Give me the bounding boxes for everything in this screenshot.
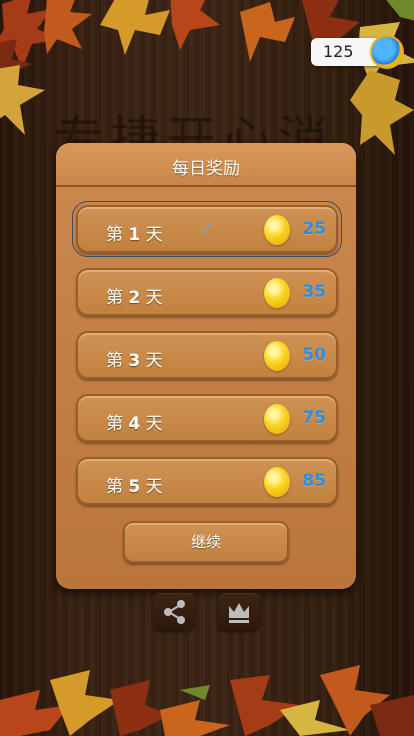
- reward-amount: 35: [302, 282, 326, 302]
- day-label: 第 2 天: [106, 288, 163, 308]
- daily-reward-dialog: 每日奖励 第 1 天 ✓ 25 第 2 天 35 第 3 天 50 第 4 天 …: [56, 143, 356, 589]
- gold-coin-icon: [264, 278, 290, 308]
- day-label: 第 4 天: [106, 414, 163, 434]
- continue-button[interactable]: 继续: [123, 521, 289, 563]
- reward-row-day-2[interactable]: 第 2 天 35: [76, 268, 338, 316]
- autumn-leaf-right: [350, 70, 414, 155]
- leaderboard-button[interactable]: [218, 593, 260, 631]
- coin-icon: [370, 35, 404, 69]
- dialog-header: 每日奖励: [56, 143, 356, 187]
- day-label: 第 5 天: [106, 477, 163, 497]
- reward-amount: 25: [302, 219, 326, 239]
- gold-coin-icon: [264, 341, 290, 371]
- day-label: 第 3 天: [106, 351, 163, 371]
- crown-icon: [229, 603, 249, 623]
- reward-row-day-1[interactable]: 第 1 天 ✓ 25: [72, 201, 342, 257]
- autumn-leaves-bottom: [0, 665, 414, 736]
- reward-row-day-3[interactable]: 第 3 天 50: [76, 331, 338, 379]
- autumn-leaf-left: [0, 65, 45, 135]
- share-icon: [164, 600, 185, 624]
- reward-row-day-4[interactable]: 第 4 天 75: [76, 394, 338, 442]
- reward-amount: 50: [302, 345, 326, 365]
- coin-count: 125: [323, 42, 354, 61]
- reward-amount: 85: [302, 471, 326, 491]
- checkmark-icon: ✓: [198, 217, 215, 241]
- autumn-leaves-top: [100, 0, 220, 55]
- day-label: 第 1 天: [106, 225, 163, 245]
- gold-coin-icon: [264, 404, 290, 434]
- gold-coin-icon: [264, 467, 290, 497]
- dialog-title: 每日奖励: [172, 159, 240, 179]
- reward-row-day-5[interactable]: 第 5 天 85: [76, 457, 338, 505]
- share-button[interactable]: [153, 593, 195, 631]
- coin-counter: 125: [311, 35, 404, 69]
- gold-coin-icon: [264, 215, 290, 245]
- reward-amount: 75: [302, 408, 326, 428]
